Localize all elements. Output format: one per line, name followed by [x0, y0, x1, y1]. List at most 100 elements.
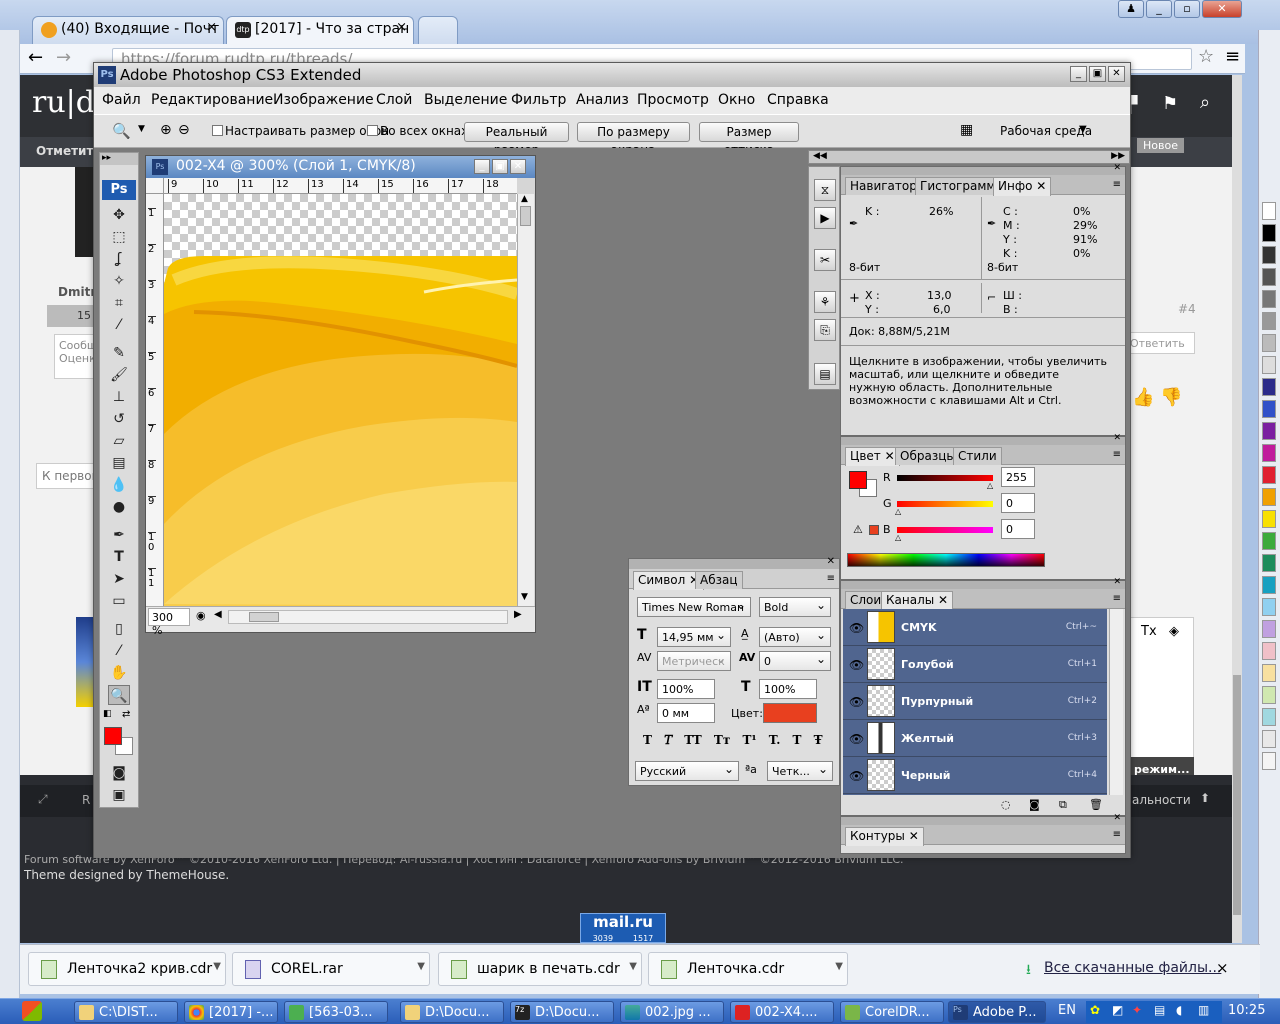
palette-swatch[interactable]: [1262, 488, 1276, 506]
page-scrollbar[interactable]: [1232, 75, 1242, 943]
panel-grip[interactable]: ✕: [629, 556, 839, 569]
eye-icon[interactable]: 👁: [849, 695, 864, 709]
palette-swatch[interactable]: [1262, 246, 1276, 264]
back-icon[interactable]: ←: [28, 47, 43, 68]
b-value-field[interactable]: 0: [1001, 519, 1035, 539]
eyedropper-icon[interactable]: ⁄: [108, 641, 130, 661]
footer-left-link[interactable]: R: [82, 793, 90, 807]
template-icon[interactable]: ◈: [1169, 624, 1179, 639]
start-icon[interactable]: [22, 1001, 42, 1021]
menu-filter[interactable]: Фильтр: [511, 92, 566, 108]
palette-swatch[interactable]: [1262, 620, 1276, 638]
chevron-down-icon[interactable]: ▼: [835, 961, 843, 972]
palette-swatch[interactable]: [1262, 466, 1276, 484]
panel-menu-icon[interactable]: ≡: [1113, 449, 1121, 460]
lasso-tool-icon[interactable]: ʆ: [108, 249, 130, 269]
palette-swatch[interactable]: [1262, 510, 1276, 528]
channel-row[interactable]: 👁 Голубой Ctrl+1: [843, 646, 1107, 683]
vertical-scrollbar[interactable]: ▲ ▼: [517, 194, 534, 606]
taskbar-item[interactable]: CorelDR...: [840, 1001, 944, 1023]
new-badge[interactable]: Новое: [1137, 138, 1184, 153]
palette-swatch[interactable]: [1262, 708, 1276, 726]
channel-row[interactable]: 👁 Черный Ctrl+4: [843, 757, 1107, 794]
zoom-tool-icon[interactable]: 🔍: [108, 685, 130, 705]
clone-source-icon[interactable]: ⎘: [814, 319, 836, 341]
antialias-select[interactable]: Четк...: [767, 761, 833, 781]
star-icon[interactable]: ☆: [1198, 46, 1214, 67]
tab-styles[interactable]: Стили: [953, 447, 1002, 465]
palette-swatch[interactable]: [1262, 290, 1276, 308]
r-value-field[interactable]: 255: [1001, 467, 1035, 487]
flag-icon[interactable]: ⚑: [1162, 93, 1178, 114]
quick-mask-icon[interactable]: ◙: [108, 763, 130, 783]
fit-screen-button[interactable]: По размеру экрана: [577, 122, 690, 157]
taskbar-item[interactable]: 7z D:\Docu...: [510, 1001, 614, 1023]
download-item[interactable]: COREL.rar ▼: [232, 952, 430, 986]
minimize-button[interactable]: _: [474, 159, 490, 174]
menu-image[interactable]: Изображение: [273, 92, 374, 108]
menu-analysis[interactable]: Анализ: [576, 92, 629, 108]
actual-pixels-button[interactable]: Реальный размер: [464, 122, 569, 157]
channels-scrollbar[interactable]: [1109, 609, 1123, 795]
taskbar-item[interactable]: 002-X4....: [730, 1001, 834, 1023]
scrollbar-thumb[interactable]: [249, 612, 279, 622]
path-select-icon[interactable]: ➤: [108, 569, 130, 589]
taskbar-item-photoshop[interactable]: Ps Adobe P...: [948, 1001, 1046, 1023]
menu-edit[interactable]: Редактирование: [151, 92, 273, 108]
canvas[interactable]: [164, 194, 517, 606]
close-button[interactable]: ✕: [1108, 66, 1125, 82]
tab-swatches[interactable]: Образцы: [895, 447, 961, 465]
close-icon[interactable]: ×: [396, 20, 407, 35]
network-icon[interactable]: ▥: [1198, 1003, 1209, 1017]
vertical-ruler[interactable]: 1 2 3 4 5 6 7 8 9 1 0 1 1: [146, 194, 164, 606]
minimize-button[interactable]: _: [1070, 66, 1087, 82]
menu-help[interactable]: Справка: [767, 92, 829, 108]
footer-right-link[interactable]: альности: [1132, 793, 1191, 807]
taskbar-item[interactable]: D:\Docu...: [400, 1001, 504, 1023]
panel-menu-icon[interactable]: ≡: [1113, 179, 1121, 190]
close-icon[interactable]: ✕: [1113, 813, 1121, 823]
warning-icon[interactable]: ⚠: [853, 523, 863, 536]
type-tool-icon[interactable]: T: [108, 547, 130, 567]
palette-swatch[interactable]: [1262, 576, 1276, 594]
all-downloads-link[interactable]: Все скачанные файлы...: [1044, 960, 1221, 976]
resize-windows-checkbox[interactable]: [212, 125, 223, 136]
brushes-panel-icon[interactable]: ⚘: [814, 291, 836, 313]
tab-info[interactable]: Инфо ✕: [993, 177, 1052, 196]
ruler-origin[interactable]: [146, 178, 164, 194]
b-slider[interactable]: [897, 527, 993, 533]
clear-format-icon[interactable]: Tx: [1141, 624, 1157, 639]
swap-colors-icon[interactable]: ⇄: [122, 709, 130, 720]
palette-swatch[interactable]: [1262, 224, 1276, 242]
leading-field[interactable]: (Авто): [759, 627, 831, 647]
like-icon[interactable]: 👍: [1132, 387, 1154, 408]
marquee-tool-icon[interactable]: ⬚: [108, 227, 130, 247]
palette-swatch[interactable]: [1262, 532, 1276, 550]
history-brush-icon[interactable]: ↺: [108, 409, 130, 429]
actions-panel-icon[interactable]: ▶: [814, 207, 836, 229]
channel-row[interactable]: 👁 CMYK Ctrl+~: [843, 609, 1107, 646]
magic-wand-icon[interactable]: ✧: [108, 271, 130, 291]
layer-comps-icon[interactable]: ▤: [814, 363, 836, 385]
close-icon[interactable]: ✕: [1113, 163, 1121, 173]
close-downloads-icon[interactable]: ×: [1216, 959, 1229, 977]
b-slider-handle[interactable]: △: [895, 533, 901, 542]
print-size-button[interactable]: Размер оттиска: [699, 122, 799, 157]
minimize-button[interactable]: _: [1146, 0, 1172, 18]
default-colors-icon[interactable]: ◧: [103, 709, 112, 719]
tray-icon[interactable]: ✦: [1132, 1003, 1142, 1017]
maximize-button[interactable]: ▫: [1174, 0, 1200, 18]
document-titlebar[interactable]: Ps 002-X4 @ 300% (Слой 1, CMYK/8) _ ▣ ✕: [146, 156, 535, 178]
delete-channel-icon[interactable]: 🗑: [1089, 798, 1103, 811]
menu-file[interactable]: Файл: [102, 92, 141, 108]
zoom-out-icon[interactable]: ⊖: [178, 122, 190, 138]
panel-grip[interactable]: ✕: [841, 433, 1125, 445]
eye-icon[interactable]: 👁: [849, 658, 864, 672]
taskbar-item[interactable]: [2017] -...: [184, 1001, 278, 1023]
new-channel-icon[interactable]: ⧉: [1059, 798, 1067, 812]
g-slider[interactable]: [897, 501, 993, 507]
tracking-field[interactable]: 0: [759, 651, 831, 671]
close-icon[interactable]: ✕: [1113, 433, 1121, 443]
zoom-level[interactable]: 300 %: [148, 608, 190, 637]
scroll-down-icon[interactable]: ▼: [521, 592, 528, 602]
